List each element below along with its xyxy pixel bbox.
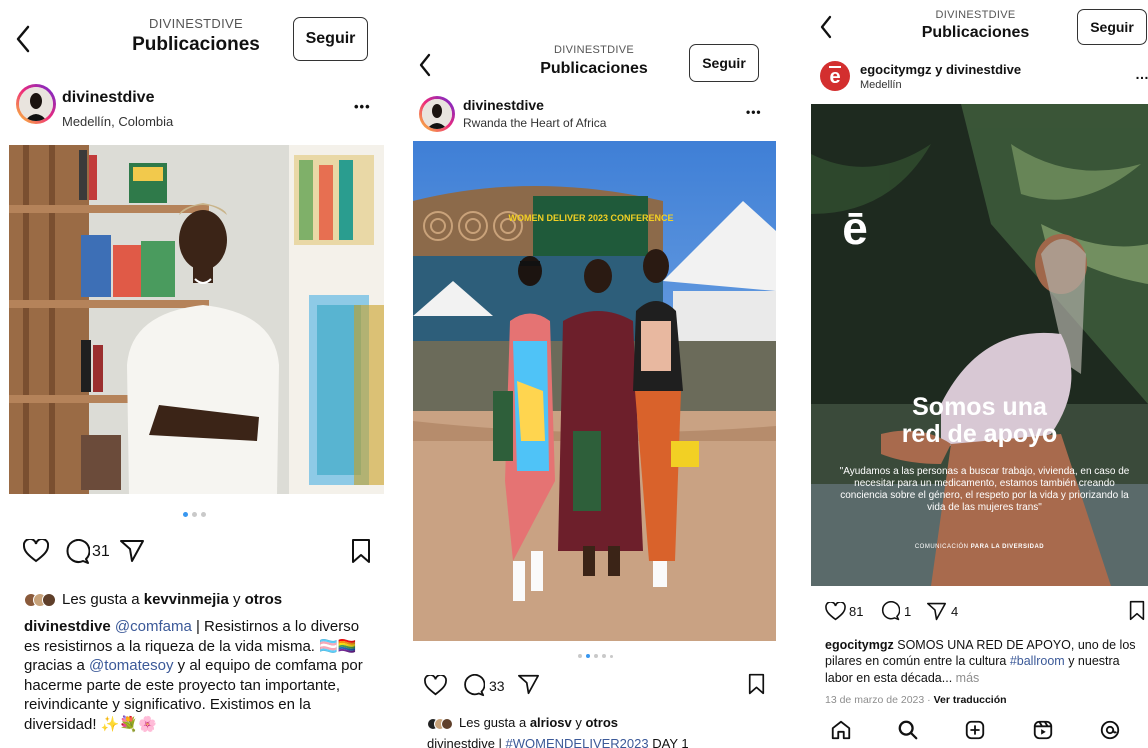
carousel-dots — [578, 654, 613, 658]
poster-footer-a: COMUNICACIÓN — [914, 544, 971, 550]
caption-hashtag[interactable]: #WOMENDELIVER2023 — [506, 736, 649, 748]
poster-headline-1: Somos una — [912, 393, 1047, 421]
likes-connector: y — [228, 591, 245, 608]
comment-icon[interactable] — [880, 601, 900, 621]
post-username[interactable]: divinestdive — [62, 89, 154, 107]
comment-count: 31 — [92, 543, 110, 560]
comment-icon[interactable] — [462, 674, 485, 697]
save-bookmark-icon[interactable] — [1129, 600, 1145, 621]
avatar[interactable] — [16, 84, 56, 124]
avatar[interactable] — [419, 96, 455, 132]
more-options-icon[interactable]: … — [1135, 66, 1148, 82]
translate-link[interactable]: Ver traducción — [934, 694, 1007, 706]
save-bookmark-icon[interactable] — [351, 538, 371, 564]
home-icon[interactable] — [830, 719, 852, 746]
banner-text: WOMEN DELIVER 2023 CONFERENCE — [508, 213, 673, 223]
share-count: 4 — [951, 604, 959, 619]
likes-others-link[interactable]: otros — [585, 715, 618, 730]
likes-prefix: Les gusta a — [459, 715, 530, 730]
likes-others-link[interactable]: otros — [245, 591, 283, 608]
likes-prefix: Les gusta a — [62, 591, 144, 608]
more-options-icon[interactable]: ••• — [746, 105, 762, 119]
carousel-dot — [610, 655, 613, 658]
avatar[interactable]: e — [819, 60, 851, 92]
search-icon[interactable] — [897, 719, 919, 746]
likes-line: Les gusta a alriosv y otros — [427, 715, 618, 730]
carousel-dot — [183, 512, 188, 517]
post-photo[interactable] — [9, 145, 384, 494]
carousel-dot — [192, 512, 197, 517]
post-caption: divinestdive | #WOMENDELIVER2023 DAY 1 — [427, 736, 772, 748]
bottom-nav — [803, 718, 1148, 746]
caption-hashtag[interactable]: #ballroom — [1010, 654, 1065, 668]
caption-more-link[interactable]: más — [952, 671, 980, 685]
follow-button[interactable]: Seguir — [1077, 9, 1147, 45]
poster-footer-b: PARA LA DIVERSIDAD — [970, 544, 1045, 550]
carousel-dot — [586, 654, 590, 658]
post-screen-2: DIVINESTDIVE Publicaciones Seguir divine… — [404, 30, 784, 748]
comment-icon[interactable] — [64, 539, 90, 565]
caption-separator: | — [494, 736, 506, 748]
post-photo[interactable]: ē Somos una red de apoyo "Ayudamos a las… — [811, 104, 1148, 586]
post-location[interactable]: Rwanda the Heart of Africa — [463, 116, 606, 130]
caption-username[interactable]: divinestdive — [427, 736, 495, 748]
liker-avatar — [441, 717, 453, 730]
caption-username[interactable]: egocitymgz — [825, 638, 894, 652]
like-heart-icon[interactable] — [825, 602, 846, 621]
share-send-icon[interactable] — [517, 674, 540, 695]
follow-button[interactable]: Seguir — [293, 17, 368, 61]
caption-mention[interactable]: @tomatesoy — [89, 657, 173, 674]
share-send-icon[interactable] — [119, 539, 145, 563]
poster-footer: COMUNICACIÓN PARA LA DIVERSIDAD — [811, 544, 1148, 550]
poster-logo: ē — [842, 202, 868, 254]
meta-separator: · — [924, 694, 934, 706]
post-location[interactable]: Medellín, Colombia — [62, 114, 173, 129]
poster-headline-2: red de apoyo — [901, 420, 1058, 448]
more-options-icon[interactable]: ••• — [354, 99, 371, 114]
carousel-dot — [201, 512, 206, 517]
svg-text:e: e — [829, 66, 840, 88]
like-heart-icon[interactable] — [23, 539, 49, 563]
post-caption: egocitymgz SOMOS UNA RED DE APOYO, uno d… — [825, 637, 1145, 686]
poster-quote: "Ayudamos a las personas a buscar trabaj… — [839, 466, 1130, 513]
liker-username[interactable]: alriosv — [530, 715, 572, 730]
create-icon[interactable] — [964, 719, 986, 746]
like-count: 81 — [849, 604, 864, 619]
reels-icon[interactable] — [1032, 719, 1054, 746]
carousel-dot — [594, 654, 598, 658]
post-location[interactable]: Medellín — [860, 79, 902, 91]
carousel-dot — [578, 654, 582, 658]
follow-button[interactable]: Seguir — [689, 44, 759, 82]
share-send-icon[interactable] — [926, 602, 947, 621]
post-photo[interactable]: WOMEN DELIVER 2023 CONFERENCE — [413, 141, 776, 641]
save-bookmark-icon[interactable] — [748, 673, 765, 695]
post-caption: divinestdive @comfama | Resistirnos a lo… — [24, 617, 376, 734]
post-username[interactable]: divinestdive — [463, 97, 544, 113]
threads-icon[interactable] — [1099, 719, 1121, 746]
comment-count: 33 — [489, 678, 505, 694]
post-screen-3: DIVINESTDIVE Publicaciones Seguir e egoc… — [803, 0, 1148, 748]
caption-mention[interactable]: @comfama — [115, 618, 192, 635]
like-heart-icon[interactable] — [424, 675, 447, 696]
likes-line: Les gusta a kevvinmejia y otros — [24, 591, 282, 608]
likes-connector: y — [571, 715, 586, 730]
carousel-dots — [183, 512, 206, 517]
comment-count: 1 — [904, 604, 912, 619]
liker-avatar — [42, 593, 56, 608]
carousel-dot — [602, 654, 606, 658]
caption-username[interactable]: divinestdive — [24, 618, 111, 635]
liker-username[interactable]: kevvinmejia — [144, 591, 229, 608]
post-screen-1: DIVINESTDIVE Publicaciones Seguir divine… — [0, 0, 392, 748]
caption-text: DAY 1 — [648, 736, 689, 748]
post-username[interactable]: egocitymgz y divinestdive — [860, 62, 1021, 77]
post-meta: 13 de marzo de 2023 · Ver traducción — [825, 694, 1007, 708]
post-date: 13 de marzo de 2023 — [825, 694, 925, 706]
